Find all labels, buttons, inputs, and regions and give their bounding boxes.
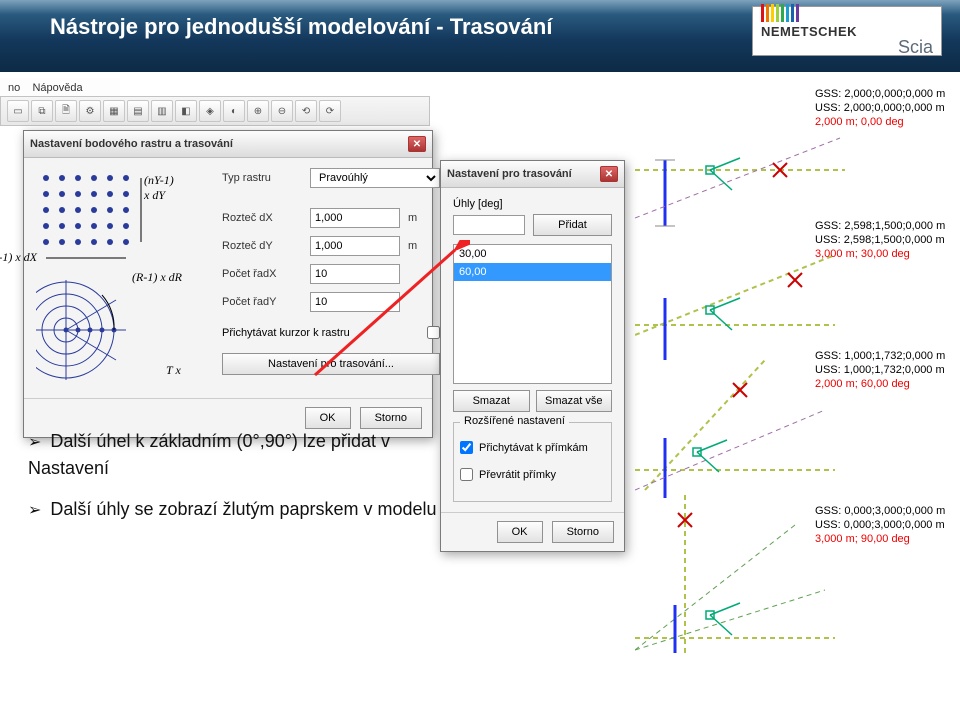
logo-sub: Scia [761,37,933,58]
toolbar-btn[interactable]: ▤ [127,100,149,122]
toolbar-btn[interactable]: ⟳ [319,100,341,122]
dx-label: Rozteč dX [222,212,302,224]
uss-readout: USS: 1,000;1,732;0,000 m [815,364,945,378]
r-label: (R-1) x dR [132,270,182,285]
toolbar-btn[interactable]: ▦ [103,100,125,122]
ok-button[interactable]: OK [305,407,351,429]
ny-label1: (nY-1) [144,173,174,188]
trace-settings-button[interactable]: Nastavení pro trasování... [222,353,440,375]
dx-input[interactable] [310,208,400,228]
toolbar: ▭ ⧉ 🗎 ⚙ ▦ ▤ ▥ ◧ ◈ ◐ ⊕ ⊖ ⟲ ⟳ [0,96,430,126]
flip-lines-label: Převrátit přímky [479,469,556,481]
nemetschek-logo: NEMETSCHEK Scia [752,6,942,56]
unit-m: m [408,212,417,224]
dialog-titlebar: Nastavení bodového rastru a trasování ✕ [24,131,432,158]
ny-label: Počet řadY [222,296,302,308]
menu-item-no[interactable]: no [8,82,20,94]
toolbar-btn[interactable]: ⊕ [247,100,269,122]
toolbar-btn[interactable]: ◧ [175,100,197,122]
nx-label: (nX-1) x dX [0,250,51,265]
snap-lines-label: Přichytávat k přímkám [479,442,588,454]
grid-diagram-panel: (nY-1) x dY (nX-1) x dX (R-1) x dR T x [36,168,206,388]
type-label: Typ rastru [222,172,302,184]
ny-label2: x dY [144,188,165,203]
grid-settings-dialog: Nastavení bodového rastru a trasování ✕ … [23,130,433,438]
gss-readout: GSS: 1,000;1,732;0,000 m [815,350,945,364]
gss-readout: GSS: 0,000;3,000;0,000 m [815,505,945,519]
dialog-title: Nastavení bodového rastru a trasování [30,138,233,150]
slide-header: Nástroje pro jednodušší modelování - Tra… [0,0,960,72]
toolbar-btn[interactable]: ▥ [151,100,173,122]
measure-readout: 3,000 m; 30,00 deg [815,248,945,262]
tracking-example-0deg: GSS: 2,000;0,000;0,000 m USS: 2,000;0,00… [635,88,955,238]
snap-cursor-label: Přichytávat kurzor k rastru [222,327,350,339]
t-label: T x [166,363,181,378]
dialog-title: Nastavení pro trasování [447,168,572,180]
measure-readout: 2,000 m; 0,00 deg [815,116,945,130]
dy-label: Rozteč dY [222,240,302,252]
trace-settings-dialog: Nastavení pro trasování ✕ Úhly [deg] Při… [440,160,625,552]
snap-lines-checkbox[interactable] [460,441,473,454]
cancel-button[interactable]: Storno [360,407,422,429]
toolbar-btn[interactable]: ⚙ [79,100,101,122]
uss-readout: USS: 2,000;0,000;0,000 m [815,102,945,116]
rect-grid-diagram [36,168,206,278]
toolbar-btn[interactable]: ◐ [223,100,245,122]
close-icon[interactable]: ✕ [600,166,618,182]
dy-input[interactable] [310,236,400,256]
toolbar-btn[interactable]: ⊖ [271,100,293,122]
tracking-example-90deg: GSS: 0,000;3,000;0,000 m USS: 0,000;3,00… [635,495,955,645]
grid-fields-panel: Typ rastru Pravoúhlý Rozteč dX m Rozteč … [222,168,440,388]
cancel-button[interactable]: Storno [552,521,614,543]
toolbar-btn[interactable]: 🗎 [55,100,77,122]
measure-readout: 2,000 m; 60,00 deg [815,378,945,392]
grid-type-select[interactable]: Pravoúhlý [310,168,440,188]
list-item[interactable]: 30,00 [454,245,611,263]
delete-button[interactable]: Smazat [453,390,530,412]
nx-label: Počet řadX [222,268,302,280]
menu-item-help[interactable]: Nápověda [32,82,82,94]
logo-bars [761,4,933,22]
ok-button[interactable]: OK [497,521,543,543]
ny-input[interactable] [310,292,400,312]
angle-input[interactable] [453,215,525,235]
bullet-icon: ➢ [28,502,41,519]
delete-all-button[interactable]: Smazat vše [536,390,613,412]
bullet-text: Další úhly se zobrazí žlutým paprskem v … [50,499,436,519]
gss-readout: GSS: 2,000;0,000;0,000 m [815,88,945,102]
uss-readout: USS: 0,000;3,000;0,000 m [815,519,945,533]
extended-settings-label: Rozšířené nastavení [460,415,569,427]
toolbar-btn[interactable]: ◈ [199,100,221,122]
toolbar-btn[interactable]: ⧉ [31,100,53,122]
toolbar-btn[interactable]: ▭ [7,100,29,122]
uss-readout: USS: 2,598;1,500;0,000 m [815,234,945,248]
nx-input[interactable] [310,264,400,284]
gss-readout: GSS: 2,598;1,500;0,000 m [815,220,945,234]
list-item[interactable]: 60,00 [454,263,611,281]
angles-label: Úhly [deg] [453,198,612,210]
tracking-example-60deg: GSS: 1,000;1,732;0,000 m USS: 1,000;1,73… [635,350,955,500]
bullet-icon: ➢ [28,434,41,451]
angles-list[interactable]: 30,00 60,00 [453,244,612,384]
bullet-text: Další úhel k základním (0°,90°) lze přid… [28,431,390,478]
snap-cursor-checkbox[interactable] [427,326,440,339]
tracking-example-30deg: GSS: 2,598;1,500;0,000 m USS: 2,598;1,50… [635,220,955,370]
unit-m: m [408,240,417,252]
add-button[interactable]: Přidat [533,214,612,236]
slide-bullets: ➢ Další úhel k základním (0°,90°) lze př… [28,428,438,523]
close-icon[interactable]: ✕ [408,136,426,152]
measure-readout: 3,000 m; 90,00 deg [815,533,945,547]
flip-lines-checkbox[interactable] [460,468,473,481]
toolbar-btn[interactable]: ⟲ [295,100,317,122]
